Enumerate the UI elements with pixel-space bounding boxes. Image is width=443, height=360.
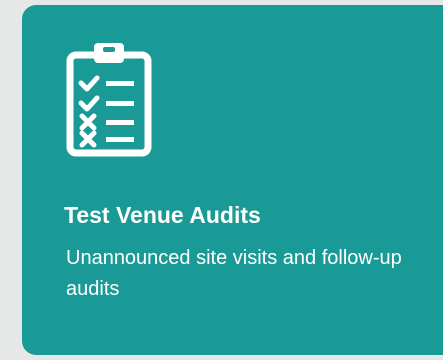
clipboard-checklist-icon [64, 41, 154, 159]
card-description: Unannounced site visits and follow-up au… [66, 247, 402, 300]
test-venue-audits-card[interactable]: Test Venue Audits Unannounced site visit… [22, 5, 443, 355]
card-title: Test Venue Audits [64, 202, 261, 228]
